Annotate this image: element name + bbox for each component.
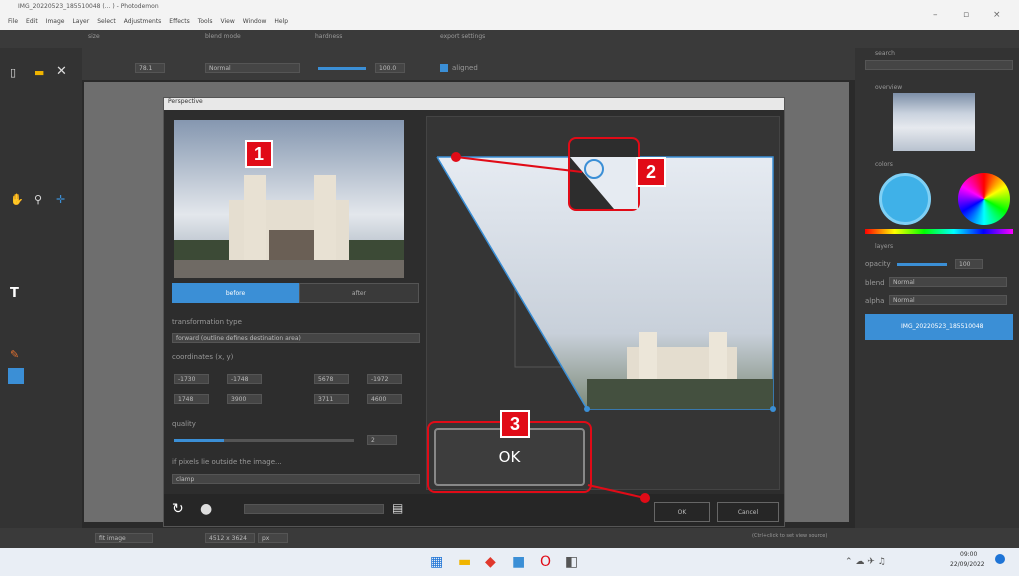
- callout-badge-1: 1: [245, 140, 273, 168]
- explorer-icon[interactable]: ▬: [458, 554, 471, 570]
- alpha-select[interactable]: Normal: [889, 295, 1007, 305]
- zoom-select[interactable]: fit image: [95, 533, 153, 543]
- opera-icon[interactable]: O: [540, 554, 551, 570]
- tray-icons[interactable]: ⌃ ☁ ✈ ♫: [845, 557, 886, 567]
- hue-wheel[interactable]: [958, 173, 1010, 225]
- overview-header: overview: [875, 84, 903, 91]
- right-panel: search overview colors layers opacity 10…: [855, 48, 1019, 528]
- colors-header: colors: [875, 161, 893, 168]
- overview-thumbnail: [893, 93, 975, 151]
- layers-header: layers: [875, 243, 894, 250]
- layer-blend-select[interactable]: Normal: [889, 277, 1007, 287]
- color-strip[interactable]: [865, 229, 1013, 234]
- taskbar-time: 09:00: [960, 551, 978, 558]
- search-input[interactable]: [865, 60, 1013, 70]
- windows-taskbar: ▦ ▬ ◆ ■ O ◧ ⌃ ☁ ✈ ♫ 09:00 22/09/2022: [0, 548, 1019, 576]
- opacity-label: opacity: [865, 260, 891, 268]
- layer-blend-label: blend: [865, 279, 885, 287]
- taskbar-date: 22/09/2022: [950, 561, 985, 568]
- mail-icon[interactable]: ■: [512, 554, 525, 570]
- opacity-slider[interactable]: [897, 263, 947, 266]
- unit-select[interactable]: px: [258, 533, 288, 543]
- callout-badge-3: 3: [500, 410, 530, 438]
- notification-icon[interactable]: [995, 554, 1005, 564]
- callout-badge-2: 2: [636, 157, 666, 187]
- opacity-input[interactable]: 100: [955, 259, 983, 269]
- photodemon-icon[interactable]: ◧: [565, 554, 578, 570]
- status-hint: (Ctrl+click to set view source): [752, 533, 828, 539]
- search-header: search: [875, 50, 895, 57]
- color-picker-wheel[interactable]: [879, 173, 931, 225]
- status-bar: fit image 4512 x 3624 px (Ctrl+click to …: [0, 528, 1019, 548]
- image-size-readout: 4512 x 3624: [205, 533, 255, 543]
- brave-icon[interactable]: ◆: [485, 554, 496, 570]
- start-icon[interactable]: ▦: [430, 554, 443, 570]
- alpha-label: alpha: [865, 297, 885, 305]
- layer-row[interactable]: IMG_20220523_185510048: [865, 314, 1013, 340]
